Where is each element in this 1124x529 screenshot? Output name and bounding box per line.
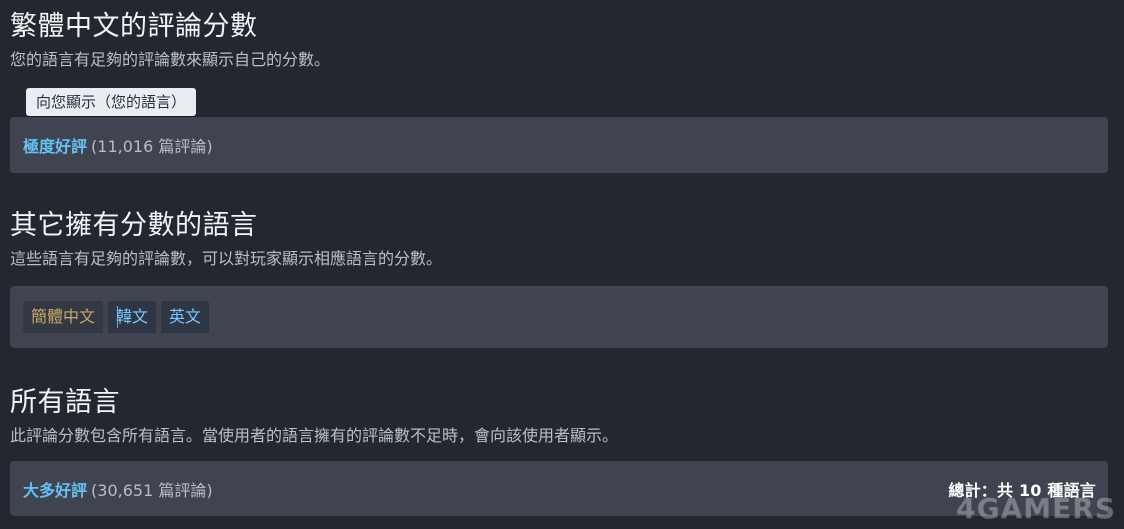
section-title: 繁體中文的評論分數 <box>10 11 258 42</box>
panel-content: 極度好評 (11,016 篇評論) <box>23 117 1096 173</box>
traditional-score-panel: 極度好評 (11,016 篇評論) <box>10 117 1108 173</box>
all-languages-section: 所有語言 此評論分數包含所有語言。當使用者的語言擁有的評論數不足時，會向該使用者… <box>10 388 1108 446</box>
language-chip-label: 韓文 <box>116 307 149 326</box>
panel-content: 簡體中文 韓文 英文 <box>23 286 1096 348</box>
review-count: (11,016 篇評論) <box>91 137 213 156</box>
section-description: 您的語言有足夠的評論數來顯示自己的分數。 <box>10 50 331 69</box>
section-description: 這些語言有足夠的評論數，可以對玩家顯示相應語言的分數。 <box>10 249 443 268</box>
language-chip-korean[interactable]: 韓文 <box>108 301 157 333</box>
review-rating[interactable]: 極度好評 <box>23 133 87 157</box>
language-chip-row: 簡體中文 韓文 英文 <box>23 301 210 333</box>
section-title: 其它擁有分數的語言 <box>10 210 258 241</box>
language-chip-simplified-chinese[interactable]: 簡體中文 <box>23 301 104 333</box>
section-description: 此評論分數包含所有語言。當使用者的語言擁有的評論數不足時，會向該使用者顯示。 <box>10 426 619 445</box>
traditional-section: 繁體中文的評論分數 您的語言有足夠的評論數來顯示自己的分數。 <box>10 12 1108 70</box>
other-languages-panel: 簡體中文 韓文 英文 <box>10 286 1108 348</box>
text-cursor <box>117 306 119 328</box>
shown-to-you-badge: 向您顯示（您的語言） <box>26 88 197 116</box>
other-languages-section: 其它擁有分數的語言 這些語言有足夠的評論數，可以對玩家顯示相應語言的分數。 <box>10 211 1108 269</box>
panel-content: 大多好評 (30,651 篇評論) 總計：共 10 種語言 <box>23 461 1096 516</box>
language-chip-english[interactable]: 英文 <box>161 301 210 333</box>
review-rating[interactable]: 大多好評 <box>23 477 87 501</box>
section-title: 所有語言 <box>10 387 120 418</box>
review-count: (30,651 篇評論) <box>91 480 213 500</box>
all-languages-panel: 大多好評 (30,651 篇評論) 總計：共 10 種語言 <box>10 461 1108 516</box>
language-total: 總計：共 10 種語言 <box>948 480 1096 500</box>
